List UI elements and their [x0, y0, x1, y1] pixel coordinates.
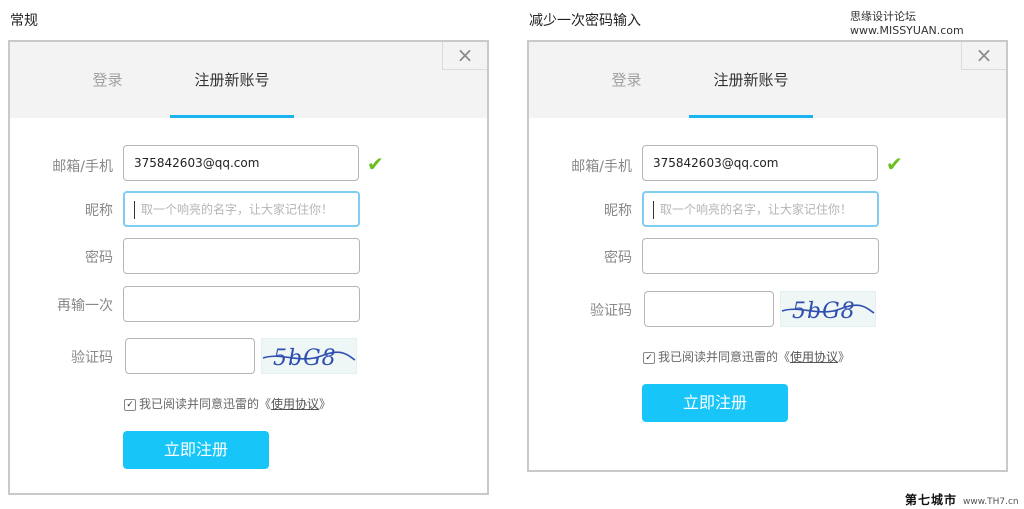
email-label: 邮箱/手机	[571, 159, 632, 175]
terms-link[interactable]: 使用协议	[271, 397, 319, 411]
close-icon: ×	[975, 43, 993, 67]
tab-bar: 登录 注册新账号 ×	[10, 42, 487, 118]
check-icon: ✔	[367, 152, 384, 176]
register-dialog-normal: 登录 注册新账号 × 邮箱/手机 375842603@qq.com ✔ 昵称 取…	[8, 40, 489, 495]
repeat-password-field[interactable]	[123, 286, 360, 322]
agreement: ✓ 我已阅读并同意迅雷的《使用协议》	[124, 395, 331, 412]
email-field[interactable]: 375842603@qq.com	[642, 145, 878, 181]
site-credit-top: 思缘设计论坛 www.MISSYUAN.com	[850, 10, 964, 37]
caption-normal: 常规	[10, 13, 38, 29]
close-button[interactable]: ×	[961, 42, 1006, 70]
agreement-bracket-open: 《	[259, 397, 272, 411]
captcha-label: 验证码	[71, 350, 113, 366]
site-credit-bottom-url: www.TH7.cn	[963, 497, 1019, 507]
password-field[interactable]	[123, 238, 360, 274]
nickname-label: 昵称	[604, 203, 632, 219]
password-label: 密码	[604, 250, 632, 266]
register-button[interactable]: 立即注册	[642, 384, 788, 422]
tab-register-label: 注册新账号	[194, 71, 270, 89]
tab-register[interactable]: 注册新账号	[170, 42, 294, 118]
tab-login[interactable]: 登录	[584, 42, 669, 118]
captcha-text: 5bG8	[792, 299, 856, 324]
nickname-placeholder: 取一个响亮的名字，让大家记住你！	[141, 202, 334, 217]
register-button[interactable]: 立即注册	[123, 431, 269, 469]
agreement-bracket-close: 》	[319, 397, 332, 411]
email-field[interactable]: 375842603@qq.com	[123, 145, 359, 181]
captcha-text: 5bG8	[273, 346, 337, 371]
terms-link[interactable]: 使用协议	[790, 350, 838, 364]
register-dialog-reduced: 登录 注册新账号 × 邮箱/手机 375842603@qq.com ✔ 昵称 取…	[527, 40, 1008, 472]
agreement-text: 我已阅读并同意迅雷的	[139, 397, 260, 411]
email-label: 邮箱/手机	[52, 159, 113, 175]
active-tab-underline	[689, 115, 813, 118]
nickname-placeholder: 取一个响亮的名字，让大家记住你！	[660, 202, 853, 217]
nickname-field[interactable]: 取一个响亮的名字，让大家记住你！	[123, 191, 360, 227]
captcha-label: 验证码	[590, 303, 632, 319]
text-caret	[653, 200, 654, 219]
text-caret	[134, 200, 135, 219]
tab-bar: 登录 注册新账号 ×	[529, 42, 1006, 118]
check-icon: ✔	[886, 152, 903, 176]
tab-login[interactable]: 登录	[65, 42, 150, 118]
nickname-label: 昵称	[85, 203, 113, 219]
password-label: 密码	[85, 250, 113, 266]
captcha-field[interactable]	[644, 291, 774, 327]
repeat-password-label: 再输一次	[57, 298, 113, 314]
site-credit-bottom-name: 第七城市	[905, 493, 958, 507]
site-credit-bottom: 第七城市 www.TH7.cn	[905, 491, 1019, 508]
agreement-checkbox[interactable]: ✓	[124, 398, 136, 411]
captcha-image[interactable]: 5bG8	[261, 338, 357, 374]
password-field[interactable]	[642, 238, 879, 274]
caption-reduced: 减少一次密码输入	[529, 13, 641, 29]
agreement-text: 我已阅读并同意迅雷的	[658, 350, 779, 364]
captcha-field[interactable]	[125, 338, 255, 374]
nickname-field[interactable]: 取一个响亮的名字，让大家记住你！	[642, 191, 879, 227]
close-button[interactable]: ×	[442, 42, 487, 70]
tab-register[interactable]: 注册新账号	[689, 42, 813, 118]
agreement-bracket-close: 》	[838, 350, 851, 364]
agreement-checkbox[interactable]: ✓	[643, 351, 655, 364]
tab-register-label: 注册新账号	[713, 71, 789, 89]
agreement: ✓ 我已阅读并同意迅雷的《使用协议》	[643, 348, 850, 365]
close-icon: ×	[456, 43, 474, 67]
captcha-image[interactable]: 5bG8	[780, 291, 876, 327]
active-tab-underline	[170, 115, 294, 118]
agreement-bracket-open: 《	[778, 350, 791, 364]
